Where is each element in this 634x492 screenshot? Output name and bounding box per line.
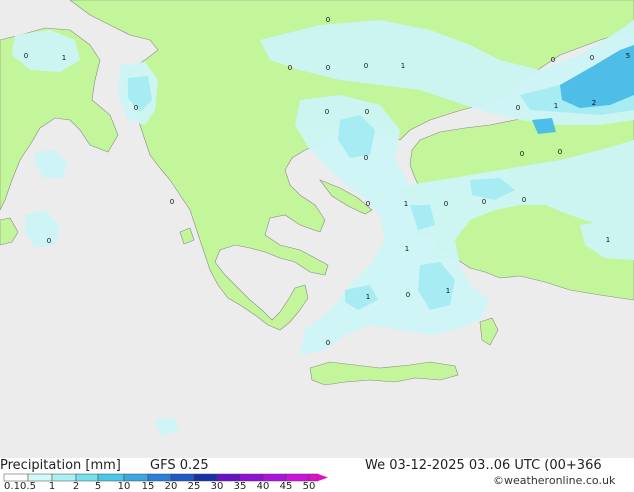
amount-label: 0 <box>558 148 562 156</box>
scale-label: 15 <box>141 481 155 492</box>
scale-label: 2 <box>72 481 80 492</box>
scale-label: 40 <box>256 481 270 492</box>
scale-label: 5 <box>94 481 102 492</box>
amount-label: 0 <box>24 52 28 60</box>
scale-box <box>3 473 29 482</box>
scale-label: 25 <box>187 481 201 492</box>
scale-box <box>123 473 149 482</box>
scale-box <box>285 473 310 482</box>
amount-label: 0 <box>326 64 330 72</box>
scale-box <box>193 473 218 482</box>
amount-label: 0 <box>326 16 330 24</box>
amount-label: 0 <box>47 237 51 245</box>
amount-label: 0 <box>325 108 329 116</box>
precipitation-map: 0 0 0 0 0 1 0 0 0 1 0 0 0 1 0 0 0 0 0 1 0 0 0 1 1 1 0 0 2 1 5 0 <box>0 0 634 458</box>
amount-label: 0 <box>444 200 448 208</box>
scale-label: 45 <box>279 481 293 492</box>
scale-box <box>170 473 195 482</box>
scale-label: 0.1 <box>4 481 20 492</box>
amount-label: 0 <box>326 339 330 347</box>
scale-box <box>97 473 125 482</box>
scale-arrow <box>318 474 328 481</box>
amount-label: 0 <box>516 104 520 112</box>
amount-label: 0 <box>482 198 486 206</box>
amount-label: 0 <box>170 198 174 206</box>
scale-box <box>262 473 287 482</box>
scale-label: 35 <box>233 481 247 492</box>
amount-label: 1 <box>606 236 610 244</box>
scale-box <box>27 473 53 482</box>
scale-box <box>239 473 264 482</box>
amount-label: 1 <box>404 200 408 208</box>
footer-title: Precipitation [mm] <box>0 458 121 473</box>
amount-label: 0 <box>288 64 292 72</box>
scale-label: 20 <box>164 481 178 492</box>
footer-model: GFS 0.25 <box>150 458 209 473</box>
amount-label: 5 <box>626 52 630 60</box>
amount-label: 1 <box>401 62 405 70</box>
scale-box <box>51 473 77 482</box>
scale-box <box>147 473 172 482</box>
scale-box <box>75 473 99 482</box>
amount-label: 1 <box>62 54 66 62</box>
amount-label: 1 <box>554 102 558 110</box>
scale-label: 1 <box>48 481 56 492</box>
amount-label: 0 <box>134 104 138 112</box>
scale-box <box>216 473 241 482</box>
amount-label: 0 <box>364 62 368 70</box>
amount-label: 0 <box>406 291 410 299</box>
amount-label: 0 <box>365 108 369 116</box>
amount-label: 1 <box>446 287 450 295</box>
amount-label: 1 <box>405 245 409 253</box>
amount-label: 0 <box>366 200 370 208</box>
scale-label: 50 <box>302 481 316 492</box>
scale-label: 0.5 <box>20 481 36 492</box>
scale-label: 10 <box>117 481 131 492</box>
amount-label: 0 <box>364 154 368 162</box>
amount-label: 0 <box>551 56 555 64</box>
scale-box <box>308 473 319 482</box>
footer-datetime: We 03-12-2025 03..06 UTC (00+366 <box>365 458 602 473</box>
amount-label: 0 <box>520 150 524 158</box>
amount-label: 0 <box>590 54 594 62</box>
amount-label: 0 <box>522 196 526 204</box>
scale-label: 30 <box>210 481 224 492</box>
amount-label: 2 <box>592 99 596 107</box>
amount-label: 1 <box>366 293 370 301</box>
